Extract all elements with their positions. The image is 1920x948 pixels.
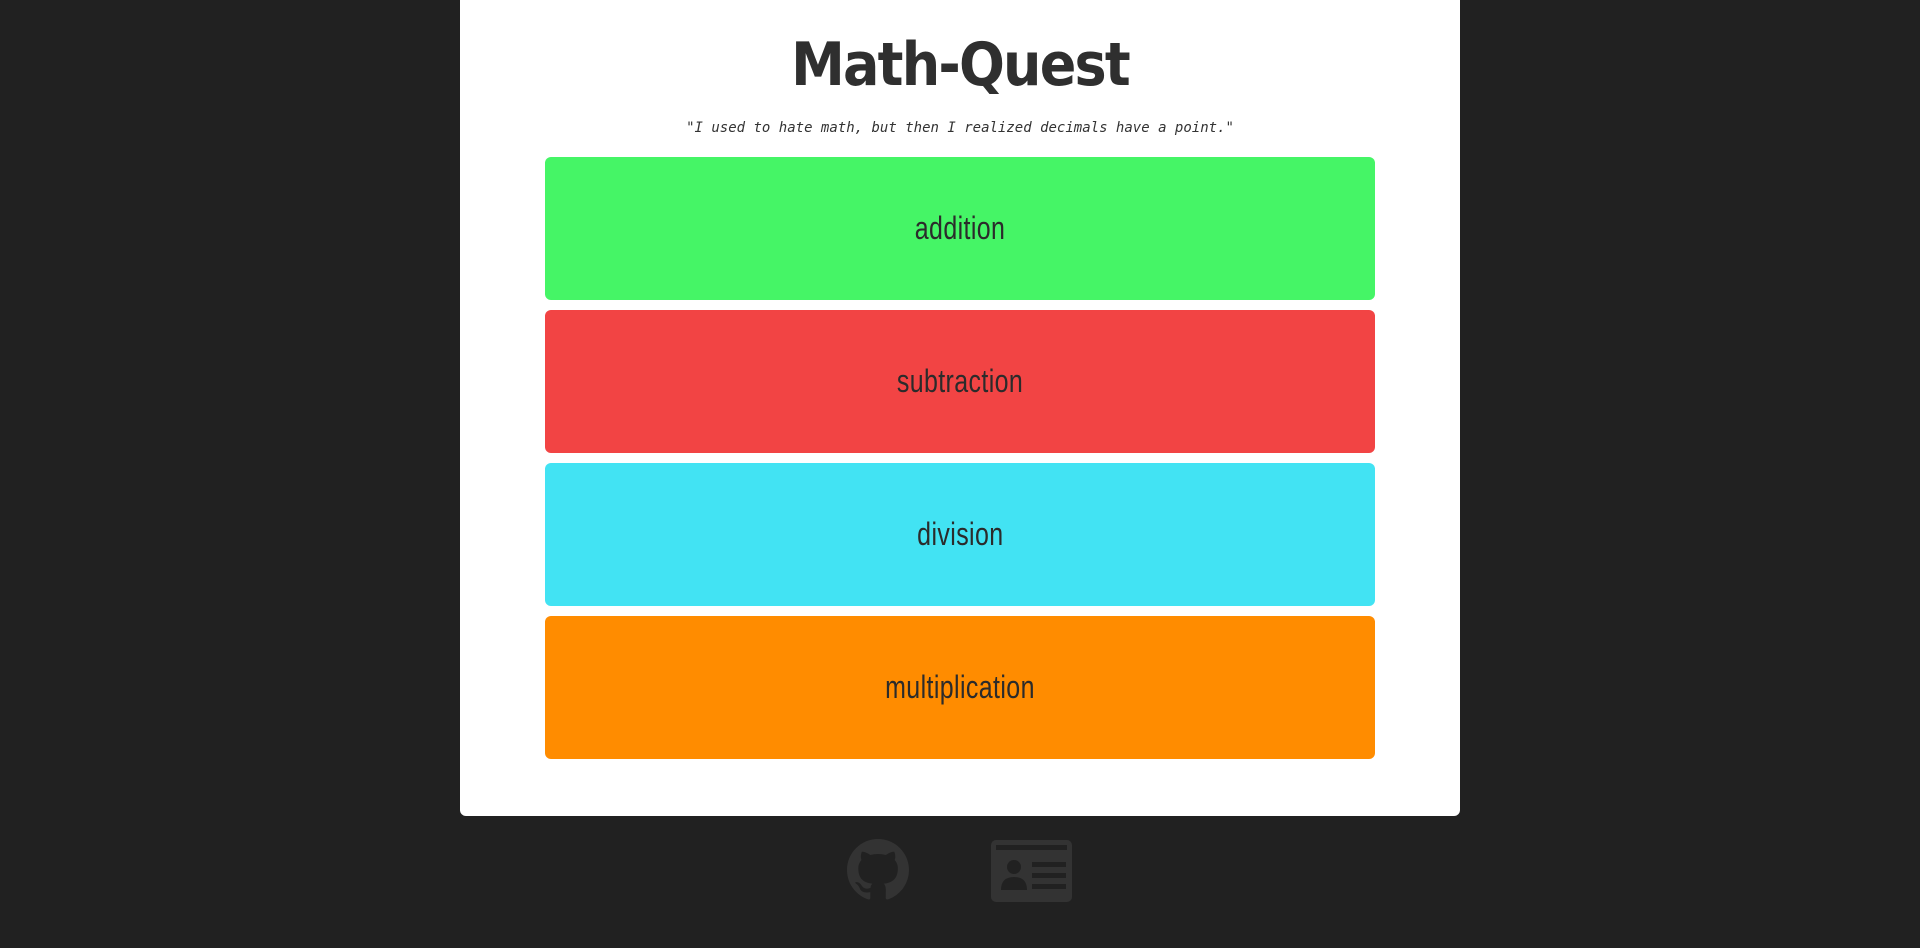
- division-label: division: [916, 516, 1004, 552]
- division-button[interactable]: division: [545, 463, 1375, 606]
- subtraction-button[interactable]: subtraction: [545, 310, 1375, 453]
- github-link[interactable]: [847, 839, 909, 901]
- multiplication-button[interactable]: multiplication: [545, 616, 1375, 759]
- main-card: Math-Quest "I used to hate math, but the…: [460, 0, 1460, 816]
- github-icon: [847, 839, 909, 900]
- addition-button[interactable]: addition: [545, 157, 1375, 300]
- addition-label: addition: [914, 210, 1006, 246]
- contact-card-link[interactable]: [991, 840, 1072, 902]
- subtraction-label: subtraction: [896, 363, 1024, 399]
- multiplication-label: multiplication: [885, 669, 1035, 705]
- contact-card-icon: [991, 840, 1072, 902]
- math-quote: "I used to hate math, but then I realize…: [686, 120, 1234, 136]
- page-title: Math-Quest: [791, 30, 1131, 100]
